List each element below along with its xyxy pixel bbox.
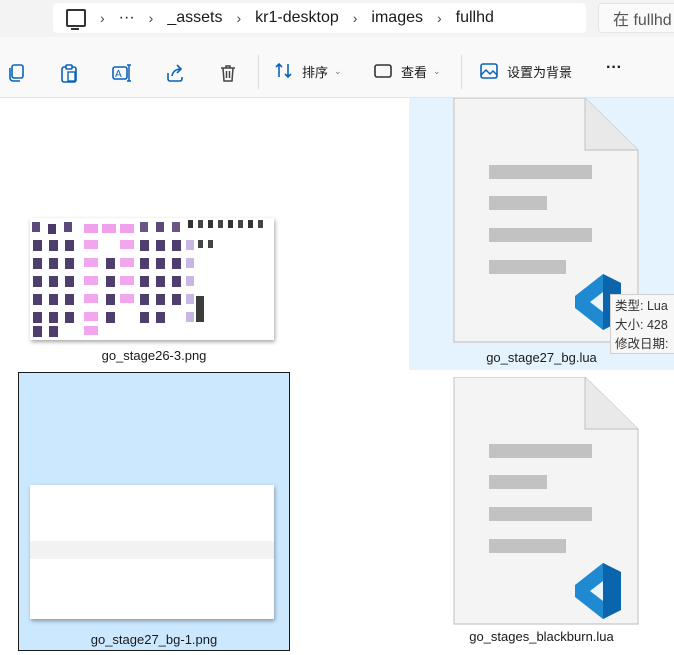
document-icon bbox=[453, 377, 639, 625]
copy-icon[interactable] bbox=[6, 63, 26, 83]
image-thumbnail bbox=[30, 218, 274, 340]
sprite-sheet-preview bbox=[32, 220, 263, 337]
set-as-background-label: 设置为背景 bbox=[507, 64, 573, 80]
file-item[interactable]: go_stages_blackburn.lua bbox=[409, 372, 674, 652]
breadcrumb-overflow[interactable]: ··· bbox=[119, 9, 135, 27]
file-name: go_stage27_bg-1.png bbox=[90, 632, 218, 647]
tooltip-type: 类型: Lua bbox=[615, 299, 668, 313]
tooltip-date: 修改日期: bbox=[615, 337, 669, 351]
breadcrumb-fullhd[interactable]: fullhd bbox=[456, 9, 494, 27]
chevron-down-icon: ⌄ bbox=[433, 65, 441, 76]
view-button[interactable]: 查看 ⌄ bbox=[373, 61, 441, 81]
breadcrumb[interactable]: › ··· › _assets › kr1-desktop › images ›… bbox=[53, 3, 586, 33]
sort-icon bbox=[275, 62, 292, 79]
chevron-right-icon[interactable]: › bbox=[100, 10, 105, 26]
breadcrumb-assets[interactable]: _assets bbox=[167, 9, 222, 27]
file-item[interactable]: go_stage26-3.png bbox=[18, 98, 290, 370]
chevron-right-icon[interactable]: › bbox=[236, 10, 241, 26]
breadcrumb-kr1-desktop[interactable]: kr1-desktop bbox=[255, 9, 339, 27]
sort-button[interactable]: 排序 ⌄ bbox=[274, 61, 342, 81]
sort-label: 排序 bbox=[302, 64, 329, 80]
file-name: go_stages_blackburn.lua bbox=[469, 629, 614, 644]
command-bar: A 排序 ⌄ 查看 ⌄ 设置为背景 ··· bbox=[0, 37, 674, 98]
file-name: go_stage26-3.png bbox=[101, 348, 207, 363]
file-info-tooltip: 类型: Lua 大小: 428 修改日期: bbox=[610, 294, 674, 354]
view-icon bbox=[374, 64, 392, 78]
address-bar: › ··· › _assets › kr1-desktop › images ›… bbox=[0, 0, 674, 38]
image-stripe bbox=[30, 541, 274, 559]
toolbar-divider bbox=[258, 55, 259, 89]
svg-text:A: A bbox=[115, 69, 122, 80]
image-thumbnail bbox=[30, 485, 274, 619]
file-item[interactable]: go_stage27_bg-1.png bbox=[18, 372, 290, 651]
wallpaper-icon bbox=[480, 63, 498, 79]
chevron-down-icon: ⌄ bbox=[334, 65, 342, 76]
chevron-right-icon[interactable]: › bbox=[149, 10, 154, 26]
chevron-right-icon[interactable]: › bbox=[353, 10, 358, 26]
view-label: 查看 bbox=[401, 64, 428, 80]
share-icon[interactable] bbox=[165, 63, 185, 83]
rename-icon[interactable]: A bbox=[112, 63, 132, 83]
search-input[interactable]: 在 fullhd bbox=[598, 3, 674, 33]
paste-icon[interactable] bbox=[59, 63, 79, 83]
chevron-right-icon[interactable]: › bbox=[437, 10, 442, 26]
delete-icon[interactable] bbox=[218, 63, 238, 83]
file-grid: go_stage26-3.png go_stage27_bg.lua go_st… bbox=[0, 98, 674, 655]
this-pc-icon[interactable] bbox=[66, 9, 86, 30]
toolbar-divider bbox=[461, 55, 462, 89]
more-options-button[interactable]: ··· bbox=[606, 59, 622, 77]
set-as-background-button[interactable]: 设置为背景 bbox=[479, 61, 572, 81]
breadcrumb-images[interactable]: images bbox=[371, 9, 423, 27]
tooltip-size: 大小: 428 bbox=[615, 318, 668, 332]
